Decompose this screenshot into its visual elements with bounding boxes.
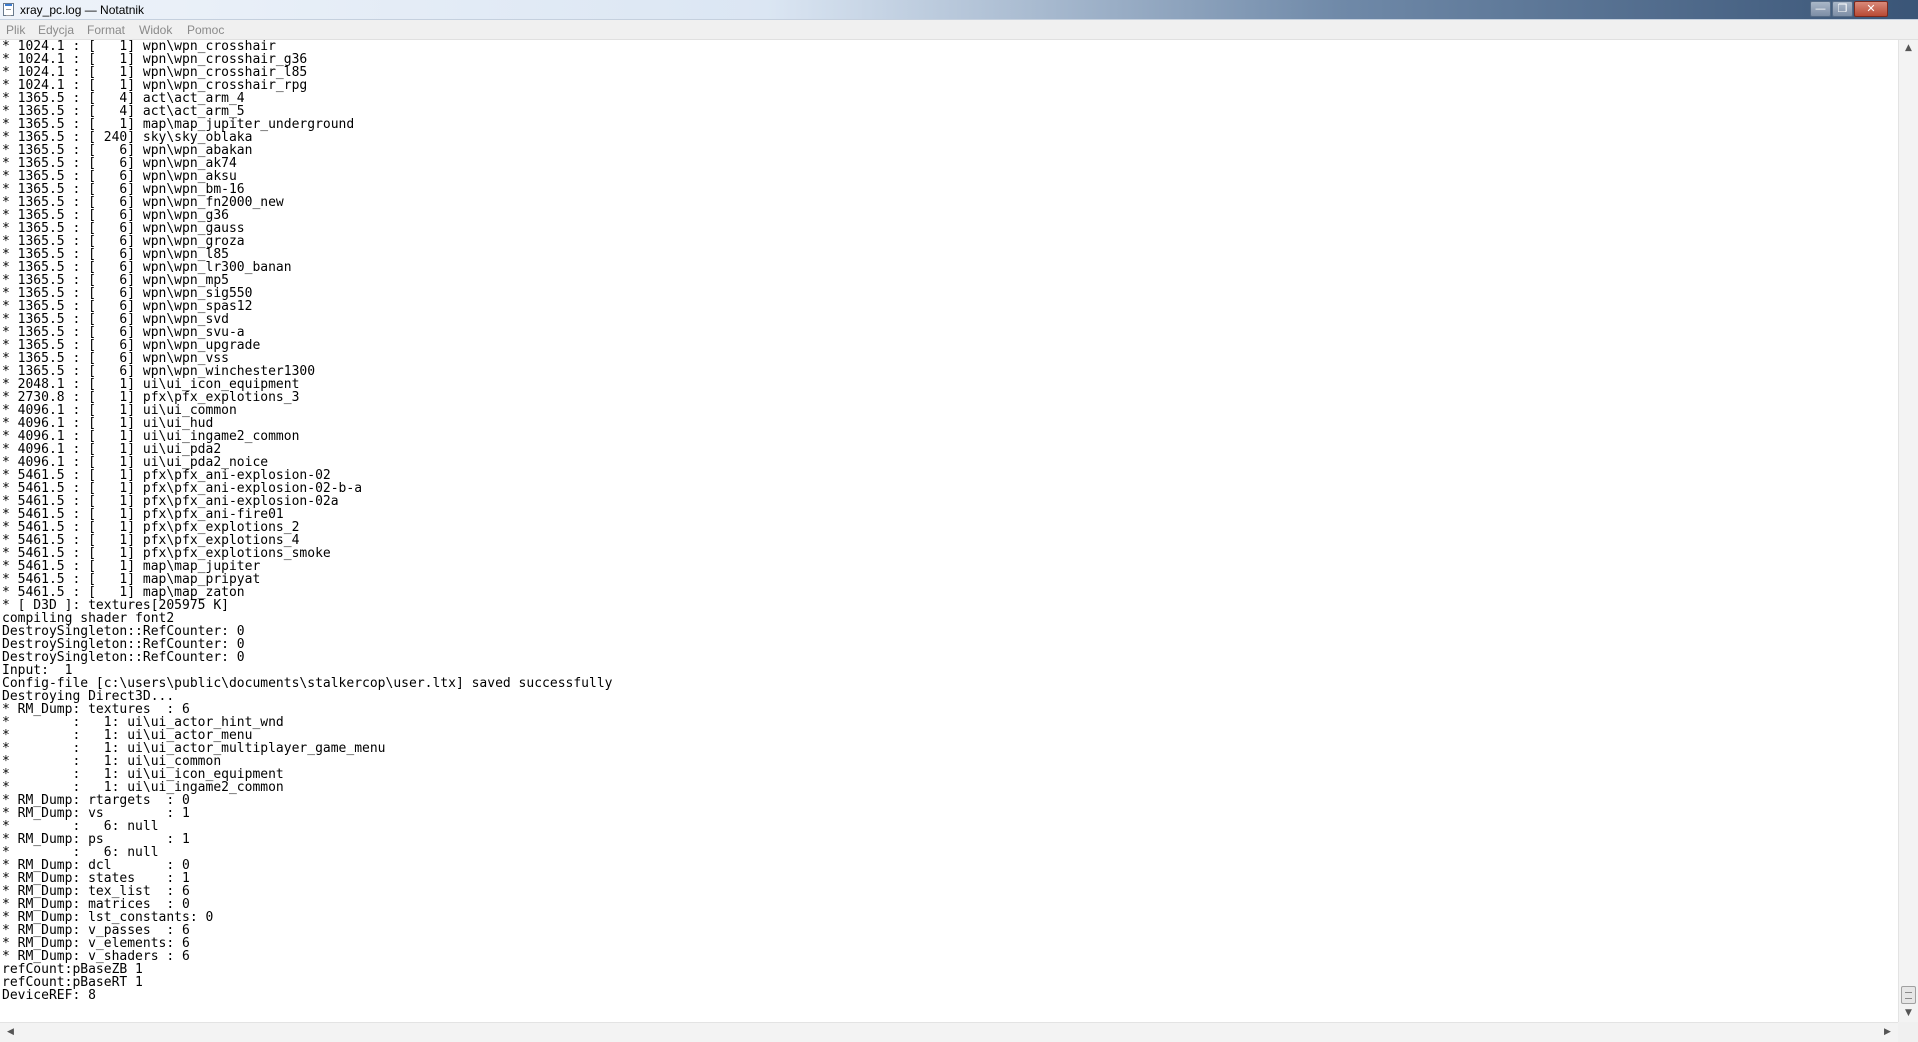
vertical-scroll-thumb[interactable] bbox=[1901, 986, 1916, 1004]
scroll-up-arrow-icon[interactable]: ▲ bbox=[1899, 40, 1918, 57]
vertical-scrollbar[interactable]: ▲ ▼ bbox=[1898, 40, 1918, 1022]
menu-format[interactable]: Format bbox=[87, 23, 125, 37]
menu-edycja[interactable]: Edycja bbox=[38, 23, 74, 37]
notepad-icon bbox=[3, 3, 14, 16]
menu-plik[interactable]: Plik bbox=[6, 23, 25, 37]
scroll-down-arrow-icon[interactable]: ▼ bbox=[1899, 1005, 1918, 1022]
minimize-button[interactable]: — bbox=[1810, 1, 1831, 17]
text-editor-area[interactable]: * 1024.1 : [ 1] wpn\wpn_crosshair * 1024… bbox=[0, 40, 1898, 1022]
window-title: xray_pc.log — Notatnik bbox=[20, 3, 145, 17]
menu-widok[interactable]: Widok bbox=[139, 23, 172, 37]
scroll-right-arrow-icon[interactable]: ▶ bbox=[1879, 1023, 1896, 1042]
size-grip[interactable] bbox=[1898, 1022, 1918, 1042]
maximize-button[interactable]: ❐ bbox=[1832, 1, 1853, 17]
title-bar[interactable]: xray_pc.log — Notatnik — ❐ ✕ bbox=[0, 0, 1918, 20]
menu-bar: Plik Edycja Format Widok Pomoc bbox=[0, 20, 1918, 40]
log-line: DeviceREF: 8 bbox=[2, 988, 96, 1003]
scroll-left-arrow-icon[interactable]: ◀ bbox=[2, 1023, 19, 1042]
log-content[interactable]: * 1024.1 : [ 1] wpn\wpn_crosshair * 1024… bbox=[0, 40, 1898, 1002]
horizontal-scrollbar[interactable]: ◀ ▶ bbox=[0, 1022, 1898, 1042]
close-button[interactable]: ✕ bbox=[1854, 1, 1888, 17]
menu-pomoc[interactable]: Pomoc bbox=[187, 23, 224, 37]
